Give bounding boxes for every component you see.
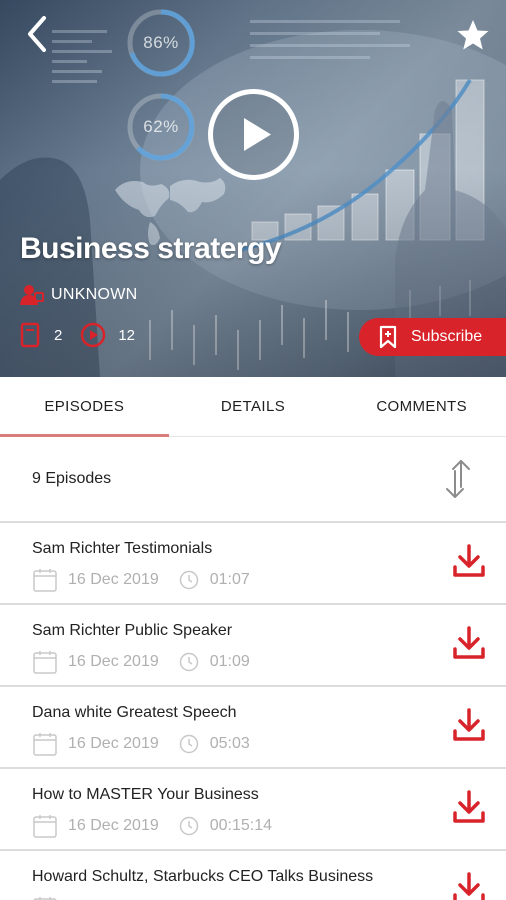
episode-duration: 05:03 <box>209 735 250 752</box>
download-button[interactable] <box>452 789 486 825</box>
author-row: UNKNOWN <box>20 284 138 306</box>
play-button[interactable] <box>207 88 300 181</box>
sort-arrows-icon <box>446 460 470 498</box>
calendar-icon <box>33 897 57 900</box>
episode-row[interactable]: Sam Richter Testimonials 16 Dec 2019 01:… <box>0 523 506 605</box>
subscribe-label: Subscribe <box>411 328 483 345</box>
clock-icon <box>179 570 198 590</box>
episodes-header: 9 Episodes <box>0 437 506 523</box>
episode-duration: 01:09 <box>209 653 250 670</box>
play-icon <box>208 89 299 180</box>
episode-row[interactable]: Dana white Greatest Speech 16 Dec 2019 0… <box>0 687 506 769</box>
play-count-icon <box>81 322 106 348</box>
episode-row[interactable]: How to MASTER Your Business 16 Dec 2019 … <box>0 769 506 851</box>
episode-row[interactable]: Sam Richter Public Speaker 16 Dec 2019 0… <box>0 605 506 687</box>
tab-details[interactable]: DETAILS <box>169 377 338 436</box>
bookmark-add-icon <box>379 325 397 349</box>
stat-ring-2-label: 62% <box>143 117 179 136</box>
stat-ring-2: 62% <box>126 92 196 162</box>
episode-title: Sam Richter Testimonials <box>32 540 213 557</box>
podcast-hero: 86% 62% Business stratergy UNKNOWN 2 12 … <box>0 0 506 377</box>
stat-ring-1-label: 86% <box>143 33 179 52</box>
episode-date: 16 Dec 2019 <box>68 735 159 752</box>
episode-title: How to MASTER Your Business <box>32 786 259 803</box>
calendar-icon <box>33 733 57 756</box>
favorite-button[interactable] <box>456 18 490 52</box>
episode-list: Sam Richter Testimonials 16 Dec 2019 01:… <box>0 523 506 900</box>
download-icon <box>453 708 485 741</box>
download-button[interactable] <box>452 707 486 743</box>
sort-button[interactable] <box>440 457 476 501</box>
episode-meta: 16 Dec 2019 05:03 <box>32 731 250 757</box>
clock-icon <box>179 652 198 672</box>
episode-title: Sam Richter Public Speaker <box>32 622 233 639</box>
tab-bar: EPISODES DETAILS COMMENTS <box>0 377 506 437</box>
episode-count: 9 Episodes <box>32 470 112 487</box>
episode-duration: 01:07 <box>209 571 250 588</box>
download-icon <box>453 790 485 823</box>
star-icon <box>457 20 489 50</box>
back-button[interactable] <box>20 14 56 54</box>
podcast-stats: 2 12 <box>20 322 153 348</box>
podcast-title: Business stratergy <box>20 232 282 265</box>
subscribers-count: 2 <box>54 326 63 344</box>
download-icon <box>453 626 485 659</box>
play-count: 12 <box>118 326 136 344</box>
episode-meta: 16 Dec 2019 01:07 <box>32 567 250 593</box>
episode-meta: 16 Dec 2019 00:15:14 <box>32 813 272 839</box>
calendar-icon <box>33 815 57 838</box>
episode-meta: 16 Dec 2019 01:09 <box>32 649 250 675</box>
episode-title: Dana white Greatest Speech <box>32 704 237 721</box>
episode-date: 16 Dec 2019 <box>68 571 159 588</box>
episode-meta <box>32 895 68 900</box>
clock-icon <box>179 734 198 754</box>
calendar-icon <box>33 569 57 592</box>
tab-episodes[interactable]: EPISODES <box>0 377 169 437</box>
download-button[interactable] <box>452 543 486 579</box>
download-icon <box>453 872 485 900</box>
stat-ring-1: 86% <box>126 8 196 78</box>
download-button[interactable] <box>452 625 486 661</box>
episode-title: Howard Schultz, Starbucks CEO Talks Busi… <box>32 868 374 885</box>
chevron-left-icon <box>28 16 46 52</box>
calendar-icon <box>33 651 57 674</box>
subscribe-button[interactable]: Subscribe <box>359 318 506 356</box>
download-button[interactable] <box>452 871 486 900</box>
clock-icon <box>179 816 198 836</box>
download-icon <box>453 544 485 577</box>
author-name: UNKNOWN <box>51 286 138 303</box>
subscribers-icon <box>20 322 40 348</box>
tab-comments[interactable]: COMMENTS <box>337 377 506 436</box>
episode-date: 16 Dec 2019 <box>68 653 159 670</box>
episode-date: 16 Dec 2019 <box>68 817 159 834</box>
episode-row[interactable]: Howard Schultz, Starbucks CEO Talks Busi… <box>0 851 506 900</box>
episode-duration: 00:15:14 <box>209 817 273 834</box>
user-icon <box>20 285 44 305</box>
